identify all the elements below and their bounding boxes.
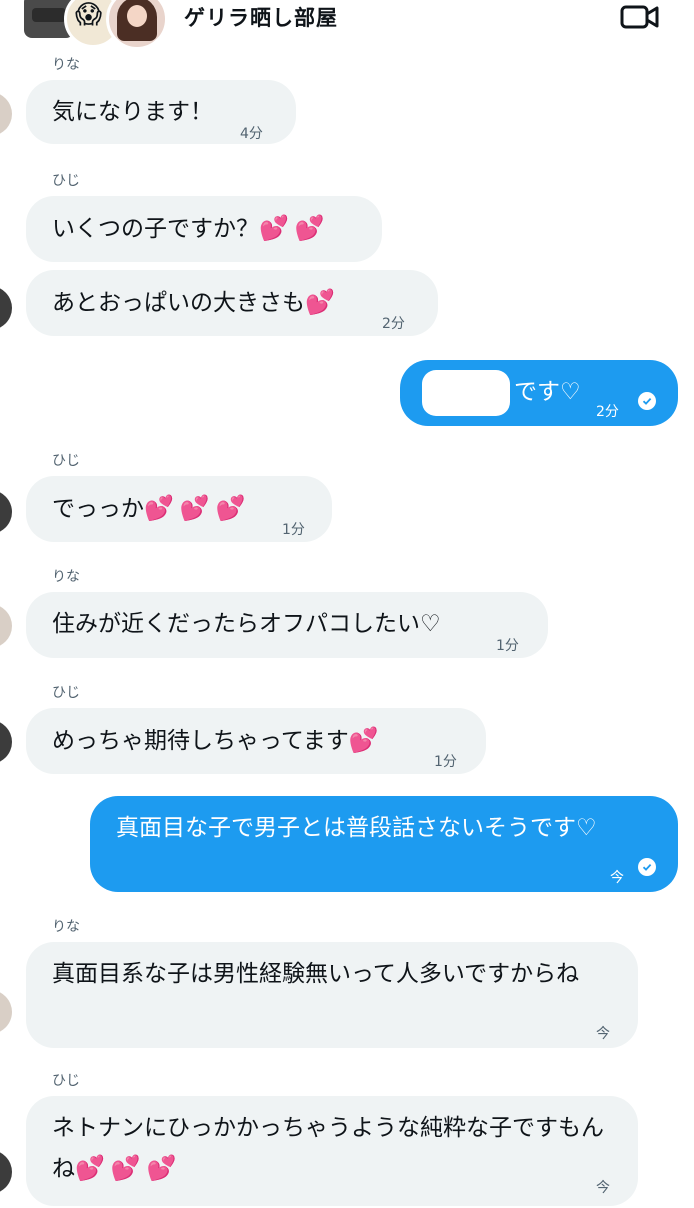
message-bubble[interactable]: 真面目系な子は男性経験無いって人多いですからね 今	[26, 942, 638, 1048]
message-text: ネトナンにひっかかっちゃうような純粋な子ですもんね💕💕💕	[52, 1108, 620, 1189]
redaction-mark	[422, 370, 510, 416]
message-text: 真面目な子で男子とは普段話さないそうです♡	[116, 815, 597, 841]
video-camera-icon	[620, 5, 659, 29]
message-text: 真面目系な子は男性経験無いって人多いですからね	[52, 961, 580, 987]
my-message-bubble[interactable]: です♡ 2分	[400, 360, 678, 426]
conversation-header: 😱 ゲリラ晒し部屋	[0, 0, 694, 50]
message-time: 1分	[496, 638, 519, 654]
message-sender: りな	[52, 919, 80, 935]
sender-avatar[interactable]	[0, 1150, 12, 1194]
sender-avatar[interactable]	[0, 720, 12, 764]
sender-avatar[interactable]	[0, 604, 12, 648]
message-time: 2分	[382, 316, 405, 332]
hearts-emoji: 💕💕💕	[144, 494, 252, 522]
message-text-body: いくつの子ですか？	[52, 216, 259, 242]
message-text: あとおっぱいの大きさも💕	[52, 282, 341, 323]
message-sender: ひじ	[52, 685, 80, 701]
avatar[interactable]	[106, 0, 168, 50]
hearts-emoji: 💕	[348, 726, 385, 754]
message-bubble[interactable]: 住みが近くだったらオフパコしたい♡ 1分	[26, 592, 548, 658]
message-text: でっっか💕💕💕	[52, 488, 252, 529]
message-bubble[interactable]: でっっか💕💕💕 1分	[26, 476, 332, 542]
message-bubble[interactable]: あとおっぱいの大きさも💕 2分	[26, 270, 438, 336]
message-text: 気になります！	[52, 99, 213, 125]
hearts-emoji: 💕💕💕	[75, 1154, 183, 1182]
read-check-icon	[638, 858, 656, 876]
message-sender: りな	[52, 569, 80, 585]
message-sender: ひじ	[52, 453, 80, 469]
message-sender: りな	[52, 57, 80, 73]
message-text: 住みが近くだったらオフパコしたい♡	[52, 611, 441, 637]
message-text: めっちゃ期待しちゃってます💕	[52, 720, 385, 761]
message-bubble[interactable]: めっちゃ期待しちゃってます💕 1分	[26, 708, 486, 774]
avatar-emoji: 😱	[75, 0, 103, 30]
sender-avatar[interactable]	[0, 92, 12, 136]
message-bubble[interactable]: いくつの子ですか？💕💕	[26, 196, 382, 262]
message-sender: ひじ	[52, 173, 80, 189]
video-call-button[interactable]	[620, 2, 660, 32]
read-check-icon	[638, 392, 656, 410]
message-time: 4分	[240, 126, 263, 142]
message-text-body: めっちゃ期待しちゃってます	[52, 728, 349, 754]
message-text: いくつの子ですか？💕💕	[52, 208, 331, 249]
message-time: 今	[596, 1026, 610, 1042]
hearts-emoji: 💕	[305, 288, 341, 316]
hearts-emoji: 💕💕	[259, 214, 331, 242]
message-time: 2分	[596, 404, 619, 420]
message-time: 1分	[282, 522, 305, 538]
message-bubble[interactable]: 気になります！ 4分	[26, 80, 296, 144]
sender-avatar[interactable]	[0, 490, 12, 534]
message-time: 1分	[434, 754, 457, 770]
sender-avatar[interactable]	[0, 286, 12, 330]
message-bubble[interactable]: ネトナンにひっかかっちゃうような純粋な子ですもんね💕💕💕 今	[26, 1096, 638, 1206]
my-message-bubble[interactable]: 真面目な子で男子とは普段話さないそうです♡ 今	[90, 796, 678, 892]
message-text: です♡	[514, 379, 581, 405]
message-time: 今	[610, 870, 624, 886]
conversation-title[interactable]: ゲリラ晒し部屋	[184, 2, 338, 32]
message-time: 今	[596, 1180, 610, 1196]
message-text-body: でっっか	[52, 496, 144, 522]
message-sender: ひじ	[52, 1073, 80, 1089]
message-text-body: あとおっぱいの大きさも	[52, 290, 305, 316]
sender-avatar[interactable]	[0, 990, 12, 1034]
